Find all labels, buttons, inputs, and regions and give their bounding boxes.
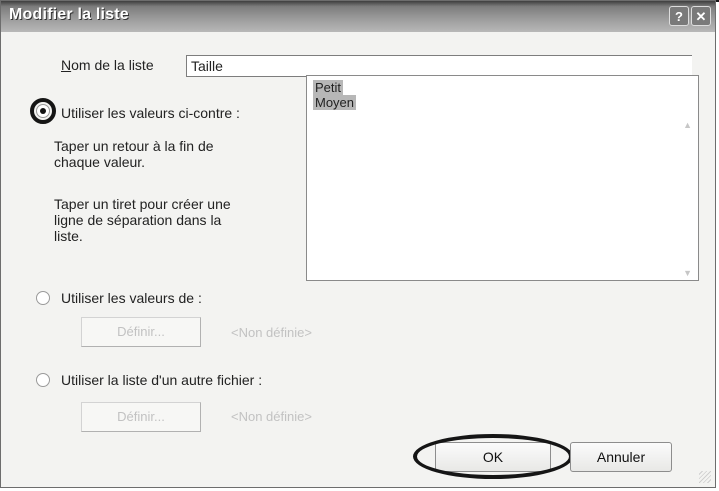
- list-name-input[interactable]: Taille: [186, 55, 692, 77]
- hint-dash: Taper un tiret pour créer une ligne de s…: [54, 196, 231, 244]
- list-name-label: Nom de la liste: [61, 57, 154, 73]
- hint-line: Taper un tiret pour créer une: [54, 196, 231, 212]
- dialog-title: Modifier la liste: [9, 6, 129, 23]
- list-name-label-rest: om de la liste: [71, 57, 154, 73]
- status-text: <Non définie>: [231, 409, 312, 424]
- list-item[interactable]: Moyen: [313, 95, 357, 110]
- hint-line: Taper un retour à la fin de: [54, 138, 214, 154]
- mnemonic-letter: N: [61, 57, 72, 73]
- option-other-file-label[interactable]: Utiliser la liste d'un autre fichier :: [61, 372, 262, 388]
- resize-grip-icon[interactable]: [699, 471, 711, 483]
- option-from-radio[interactable]: [36, 291, 50, 305]
- list-item[interactable]: Petit: [313, 80, 344, 95]
- define-button[interactable]: Définir...: [81, 317, 201, 347]
- values-listbox[interactable]: Petit Moyen ▲ ▼: [306, 75, 699, 281]
- option-values-label[interactable]: Utiliser les valeurs ci-contre :: [61, 105, 240, 121]
- title-bar: Modifier la liste ? ✕: [1, 1, 715, 32]
- option-values-radio[interactable]: [36, 104, 50, 118]
- option-other-file-radio[interactable]: [36, 373, 50, 387]
- hint-line: ligne de séparation dans la: [54, 212, 222, 228]
- scroll-up-icon[interactable]: ▲: [683, 120, 692, 130]
- status-text: <Non définie>: [231, 325, 312, 340]
- dialog-window: Modifier la liste ? ✕ Nom de la liste Ta…: [0, 0, 716, 488]
- close-icon[interactable]: ✕: [691, 6, 711, 26]
- hint-line: liste.: [54, 228, 83, 244]
- highlight-ellipse: [413, 434, 573, 479]
- help-icon[interactable]: ?: [669, 6, 689, 26]
- cancel-button[interactable]: Annuler: [570, 442, 672, 472]
- define-button[interactable]: Définir...: [81, 402, 201, 432]
- hint-return: Taper un retour à la fin de chaque valeu…: [54, 138, 214, 170]
- hint-line: chaque valeur.: [54, 154, 146, 170]
- option-from-label[interactable]: Utiliser les valeurs de :: [61, 290, 202, 306]
- scroll-down-icon[interactable]: ▼: [683, 268, 692, 278]
